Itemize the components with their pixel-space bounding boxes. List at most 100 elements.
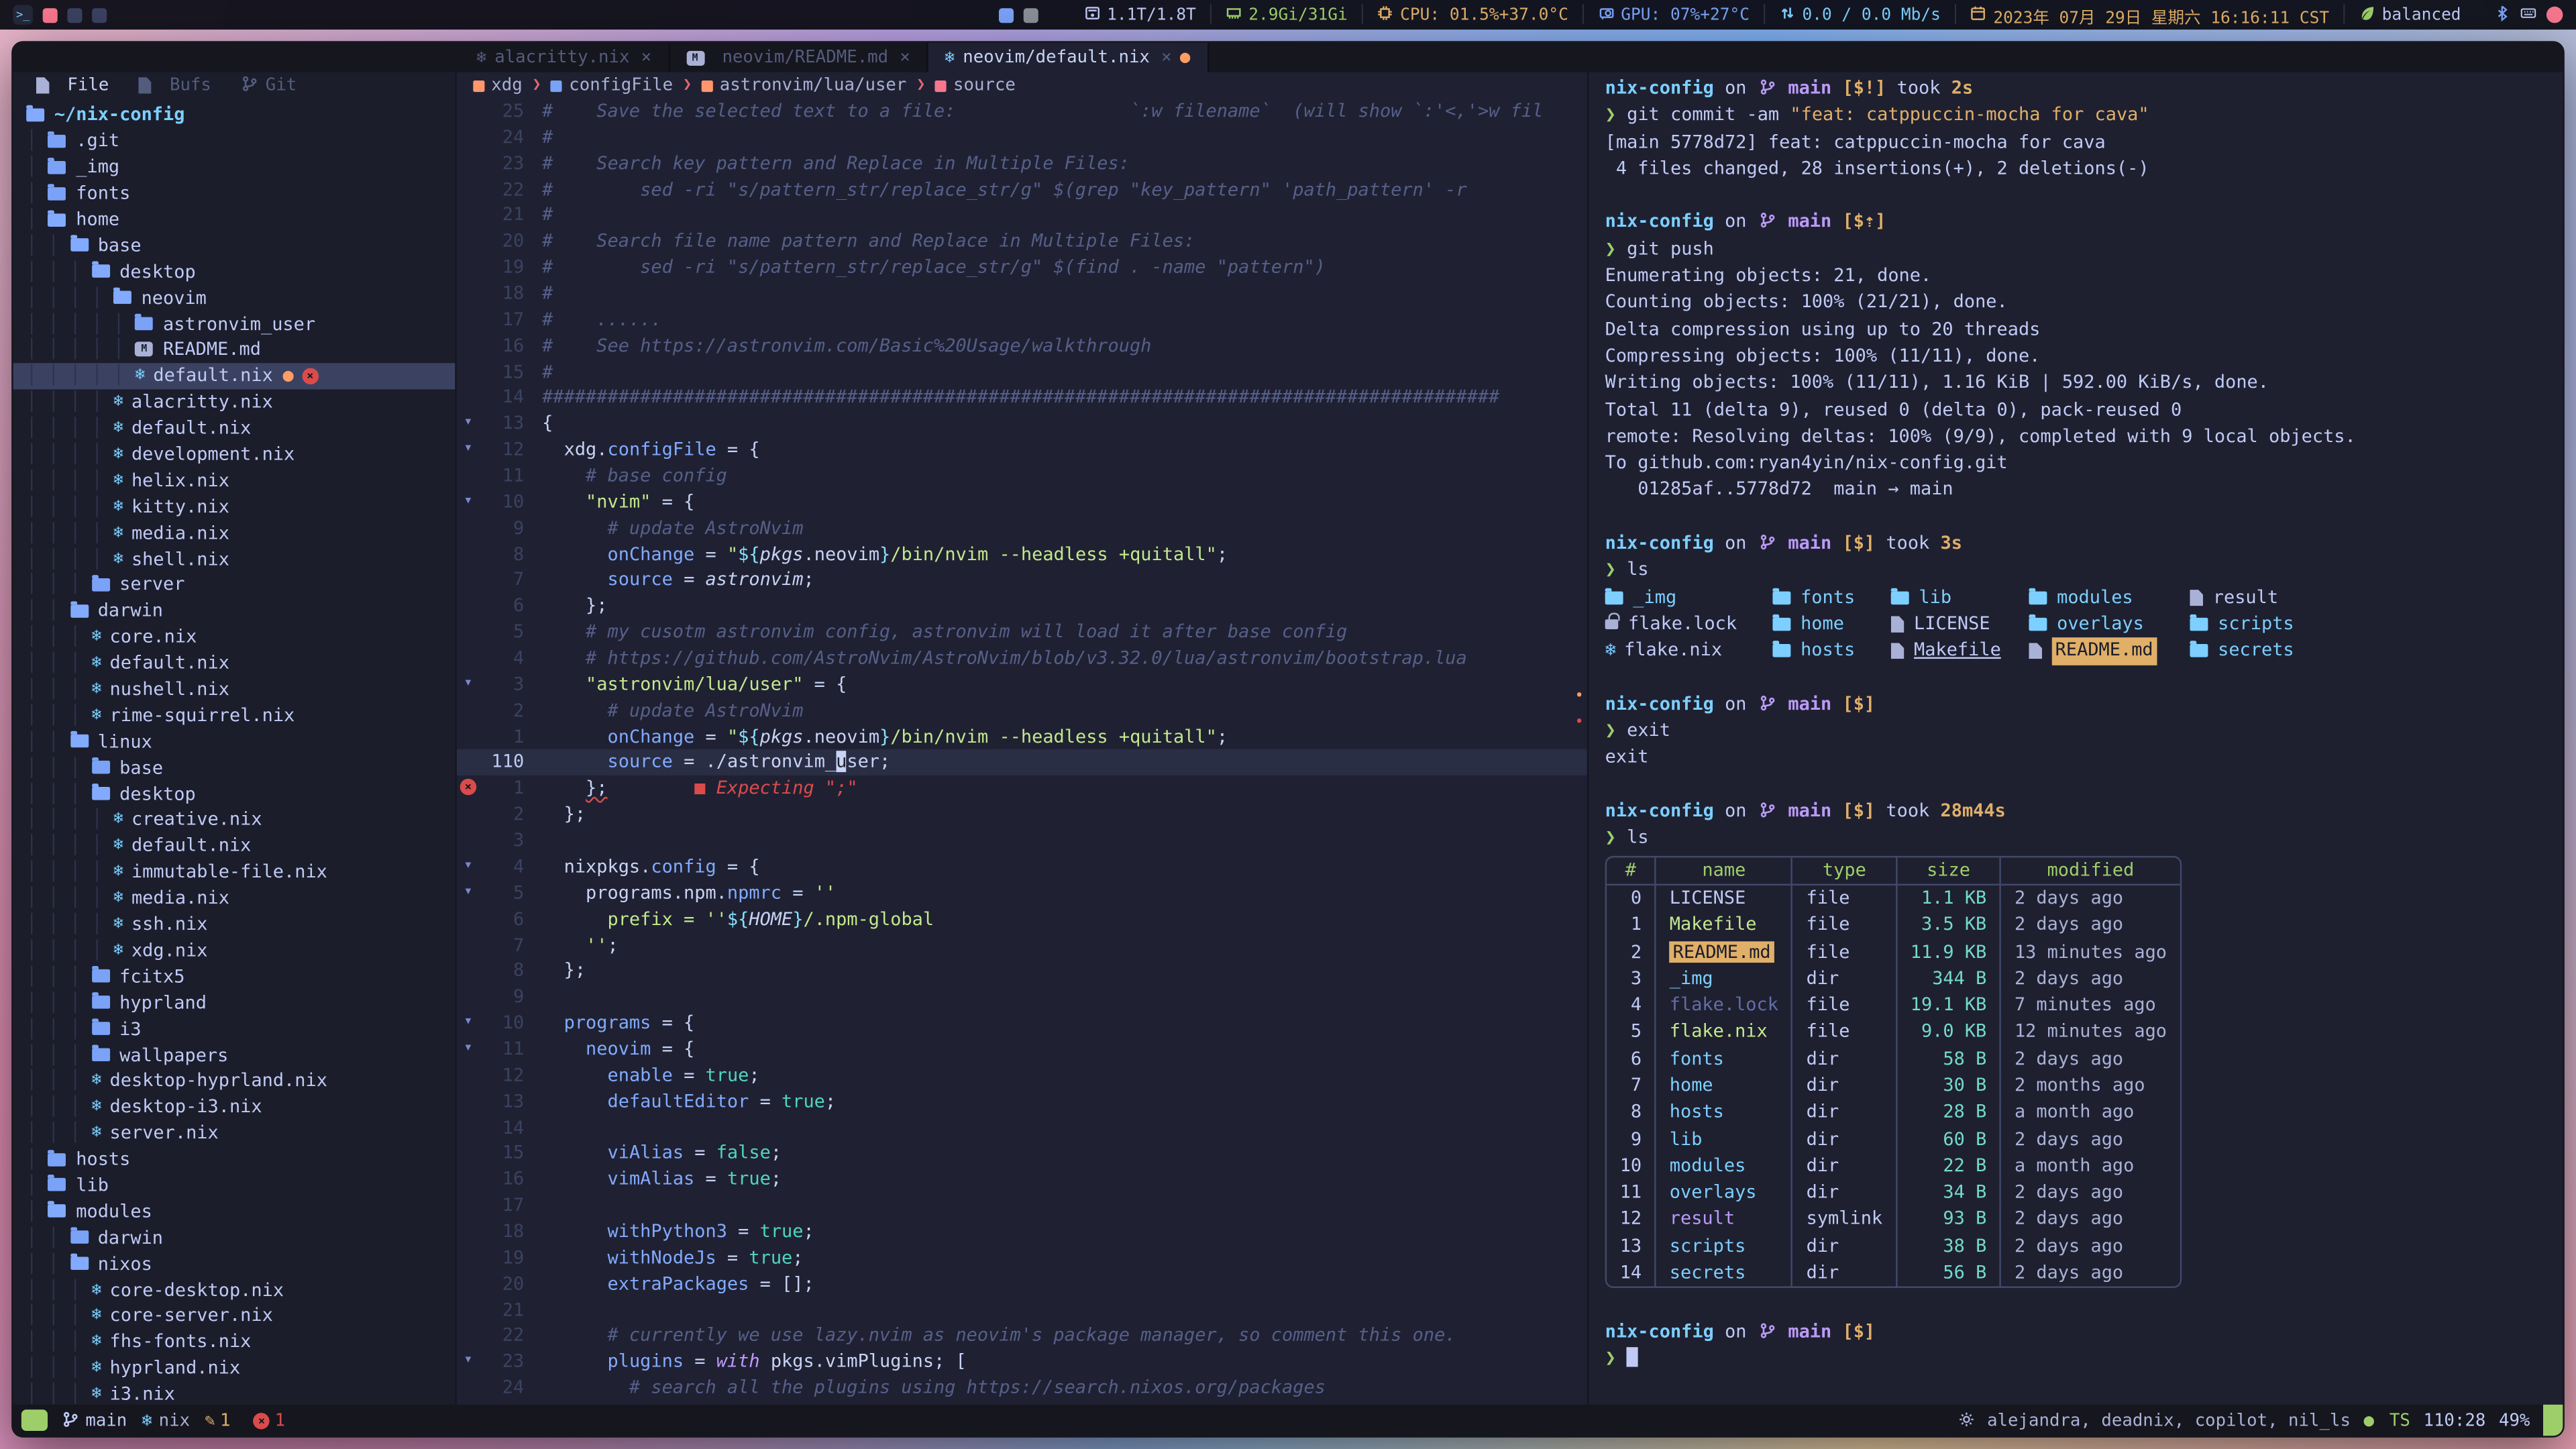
tree-item[interactable]: │ │ │ │ ❄media.nix: [13, 519, 455, 545]
tree-item[interactable]: │ │ │ │ │ ❄default.nix●×: [13, 363, 455, 389]
tree-item[interactable]: │ │ │ ❄desktop-i3.nix: [13, 1094, 455, 1120]
editor-line[interactable]: 22# sed -ri "s/pattern_str/replace_str/g…: [457, 176, 1587, 203]
notification-icon[interactable]: [2546, 7, 2563, 23]
editor-line[interactable]: ▾12 xdg.configFile = {: [457, 437, 1587, 464]
tree-item[interactable]: │ │ darwin: [13, 1224, 455, 1250]
editor-line[interactable]: 14######################################…: [457, 385, 1587, 411]
tree-item[interactable]: │ │ │ │ ❄default.nix: [13, 415, 455, 441]
tree-item[interactable]: │ │ linux: [13, 729, 455, 755]
tree-item[interactable]: │ │ │ │ ❄kitty.nix: [13, 494, 455, 520]
editor-line[interactable]: 15#: [457, 359, 1587, 385]
tree-item[interactable]: │ │ │ │ ❄default.nix: [13, 833, 455, 859]
tree-item[interactable]: │ _img: [13, 154, 455, 180]
workspace-2[interactable]: [67, 7, 82, 22]
app-launcher-icon[interactable]: >_: [13, 5, 33, 24]
editor-pane[interactable]: xdg ❯ configFile ❯ astronvim/lua/user ❯ …: [457, 72, 1587, 1405]
tree-item[interactable]: │ │ │ │ ❄development.nix: [13, 441, 455, 468]
editor-line[interactable]: 8 };: [457, 959, 1587, 985]
editor-line[interactable]: 21#: [457, 203, 1587, 229]
tree-item[interactable]: │ │ nixos: [13, 1250, 455, 1277]
tree-item[interactable]: │ │ │ │ ❄media.nix: [13, 885, 455, 911]
terminal-pane[interactable]: nix-config on main [$!] took 2s❯ git com…: [1587, 72, 2563, 1405]
editor-line[interactable]: ×1 }; ■ Expecting ";": [457, 776, 1587, 802]
editor-line[interactable]: 18#: [457, 281, 1587, 307]
close-icon[interactable]: ×: [900, 48, 910, 67]
keyboard-icon[interactable]: [2520, 5, 2536, 24]
editor-line[interactable]: 7 source = astronvim;: [457, 568, 1587, 594]
editor-line[interactable]: 20 extraPackages = [];: [457, 1271, 1587, 1297]
editor-line[interactable]: ▾3 "astronvim/lua/user" = {: [457, 672, 1587, 698]
tree-item[interactable]: │ │ │ │ ❄alacritty.nix: [13, 389, 455, 415]
editor-line[interactable]: 14: [457, 1115, 1587, 1141]
editor-line[interactable]: ▾10 "nvim" = {: [457, 490, 1587, 516]
editor-line[interactable]: 4 # https://github.com/AstroNvim/AstroNv…: [457, 646, 1587, 672]
editor-line[interactable]: ▾11 neovim = {: [457, 1036, 1587, 1063]
power-profile-module[interactable]: balanced: [2359, 5, 2461, 24]
tree-item[interactable]: │ │ │ ❄i3.nix: [13, 1381, 455, 1405]
tree-item[interactable]: │ │ │ │ neovim: [13, 284, 455, 311]
breadcrumb-item[interactable]: xdg: [473, 76, 522, 95]
tree-item[interactable]: ~/nix-config: [13, 102, 455, 128]
explorer-tab-git[interactable]: Git: [241, 76, 297, 95]
explorer-tab-bufs[interactable]: Bufs: [138, 76, 211, 95]
editor-line[interactable]: 6 };: [457, 594, 1587, 620]
tree-item[interactable]: │ │ │ │ │ MREADME.md: [13, 337, 455, 363]
workspace-3[interactable]: [92, 7, 107, 22]
editor-line[interactable]: 1 onChange = "${pkgs.neovim}/bin/nvim --…: [457, 724, 1587, 750]
editor-line[interactable]: 16 vimAlias = true;: [457, 1167, 1587, 1193]
tree-item[interactable]: │ │ │ │ ❄helix.nix: [13, 468, 455, 494]
close-icon[interactable]: ×: [641, 48, 651, 67]
tree-item[interactable]: │ │ │ ❄core.nix: [13, 624, 455, 650]
breadcrumb-item[interactable]: source: [935, 76, 1016, 95]
tree-item[interactable]: │ │ │ fcitx5: [13, 963, 455, 989]
editor-line[interactable]: 17: [457, 1193, 1587, 1219]
tree-item[interactable]: │ home: [13, 206, 455, 232]
editor-line[interactable]: ▾13{: [457, 411, 1587, 437]
tray-icon-1[interactable]: [998, 7, 1013, 22]
tree-item[interactable]: │ │ │ ❄rime-squirrel.nix: [13, 702, 455, 729]
tab-alacritty-nix[interactable]: ❄ alacritty.nix ×: [460, 43, 669, 72]
tree-item[interactable]: │ │ │ ❄hyprland.nix: [13, 1355, 455, 1381]
editor-line[interactable]: 110 source = ./astronvim_user;: [457, 750, 1587, 776]
editor-line[interactable]: 8 onChange = "${pkgs.neovim}/bin/nvim --…: [457, 541, 1587, 568]
tree-item[interactable]: │ │ │ i3: [13, 1016, 455, 1042]
tree-item[interactable]: │ .git: [13, 128, 455, 154]
tree-item[interactable]: │ │ │ ❄core-server.nix: [13, 1303, 455, 1329]
editor-line[interactable]: 5 # my cusotm astronvim config, astronvi…: [457, 620, 1587, 646]
editor-line[interactable]: 25# Save the selected text to a file: `:…: [457, 99, 1587, 125]
tree-item[interactable]: │ │ │ wallpapers: [13, 1042, 455, 1068]
close-icon[interactable]: ×: [1161, 48, 1171, 67]
tree-item[interactable]: │ │ │ ❄fhs-fonts.nix: [13, 1329, 455, 1355]
tree-item[interactable]: │ │ │ │ │ astronvim_user: [13, 311, 455, 337]
tree-item[interactable]: │ │ │ ❄nushell.nix: [13, 676, 455, 702]
editor-line[interactable]: 15 viAlias = false;: [457, 1141, 1587, 1167]
editor-line[interactable]: 24#: [457, 125, 1587, 151]
editor-line[interactable]: 19 withNodeJs = true;: [457, 1245, 1587, 1271]
workspace-1[interactable]: [43, 7, 58, 22]
tree-item[interactable]: │ │ │ │ ❄creative.nix: [13, 807, 455, 833]
tab-neovim-readme[interactable]: M neovim/README.md ×: [669, 43, 928, 72]
explorer-tab-file[interactable]: File: [36, 76, 109, 95]
editor-line[interactable]: 3: [457, 828, 1587, 854]
tree-item[interactable]: │ lib: [13, 1172, 455, 1198]
tree-item[interactable]: │ │ │ ❄desktop-hyprland.nix: [13, 1068, 455, 1094]
editor-line[interactable]: ▾5 programs.npm.npmrc = '': [457, 880, 1587, 906]
tree-item[interactable]: │ │ │ ❄default.nix: [13, 650, 455, 676]
editor-line[interactable]: 13 defaultEditor = true;: [457, 1089, 1587, 1115]
tree-item[interactable]: │ │ │ │ ❄ssh.nix: [13, 911, 455, 937]
editor-line[interactable]: ▾10 programs = {: [457, 1010, 1587, 1036]
editor-line[interactable]: 7 '';: [457, 932, 1587, 959]
tab-neovim-default-nix[interactable]: ❄ neovim/default.nix × ●: [928, 43, 1209, 72]
editor-line[interactable]: 9: [457, 984, 1587, 1010]
editor-line[interactable]: 6 prefix = ''${HOME}/.npm-global: [457, 906, 1587, 932]
editor-buffer[interactable]: 25# Save the selected text to a file: `:…: [457, 99, 1587, 1405]
tree-item[interactable]: │ │ │ ❄server.nix: [13, 1120, 455, 1146]
bluetooth-icon[interactable]: [2494, 5, 2510, 24]
editor-line[interactable]: 21: [457, 1297, 1587, 1324]
editor-line[interactable]: 19# sed -ri "s/pattern_str/replace_str/g…: [457, 255, 1587, 281]
editor-line[interactable]: ▾23 plugins = with pkgs.vimPlugins; [: [457, 1349, 1587, 1375]
tree-item[interactable]: │ │ │ desktop: [13, 258, 455, 284]
tree-item[interactable]: │ │ │ desktop: [13, 781, 455, 807]
editor-line[interactable]: 20# Search file name pattern and Replace…: [457, 229, 1587, 255]
tree-item[interactable]: │ │ │ │ ❄immutable-file.nix: [13, 859, 455, 885]
